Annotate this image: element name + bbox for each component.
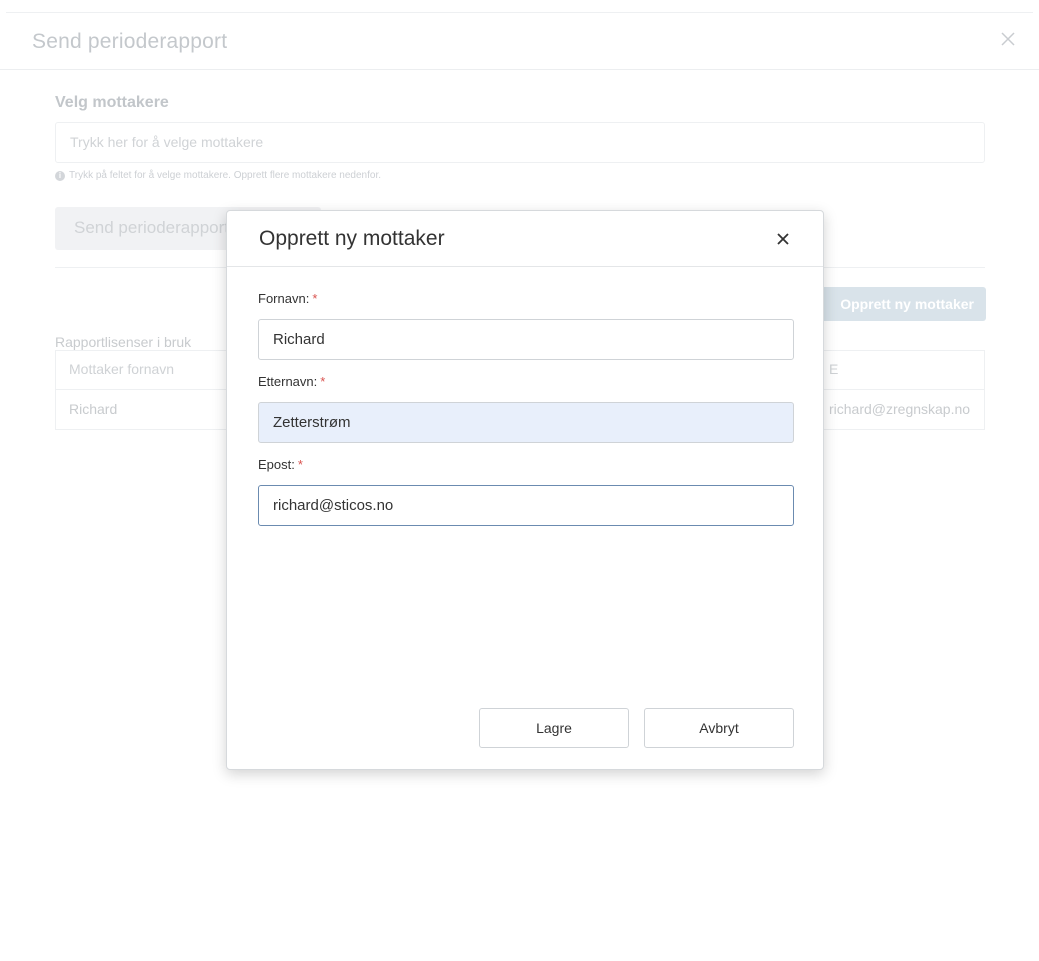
recipients-placeholder: Trykk her for å velge mottakere [70, 134, 264, 150]
email-input[interactable] [258, 485, 794, 526]
table-header-firstname: Mottaker fornavn [69, 361, 175, 377]
help-text: i Trykk på feltet for å velge mottakere.… [55, 170, 381, 181]
help-text-label: Trykk på feltet for å velge mottakere. O… [69, 170, 382, 181]
modal-header: Opprett ny mottaker [227, 211, 823, 267]
select-recipients-heading: Velg mottakere [55, 94, 169, 111]
lastname-input[interactable] [258, 402, 794, 443]
send-report-label: Send perioderapport [74, 218, 230, 237]
licenses-label: Rapportlisenser i bruk [55, 334, 192, 350]
background-dialog-header: Send perioderapport [0, 14, 1039, 70]
modal-title: Opprett ny mottaker [259, 227, 445, 250]
recipients-input[interactable]: Trykk her for å velge mottakere [55, 122, 985, 163]
info-icon: i [55, 170, 65, 181]
email-label-text: Epost: [258, 457, 295, 472]
email-label: Epost: * [258, 457, 303, 472]
firstname-label-text: Fornavn: [258, 291, 310, 306]
required-marker: * [297, 457, 303, 472]
close-icon[interactable] [775, 231, 791, 247]
background-dialog-title: Send perioderapport [32, 30, 228, 53]
required-marker: * [312, 291, 318, 306]
required-marker: * [320, 374, 326, 389]
table-header-email: E [829, 361, 839, 377]
table-cell-email: richard@zregnskap.no [829, 401, 971, 417]
firstname-input[interactable] [258, 319, 794, 360]
cancel-button[interactable]: Avbryt [644, 708, 794, 748]
table-cell-firstname: Richard [69, 401, 118, 417]
create-recipient-modal: Opprett ny mottaker Fornavn:* Etternavn:… [226, 210, 824, 770]
save-button[interactable]: Lagre [479, 708, 629, 748]
top-divider [6, 12, 1033, 13]
lastname-label-text: Etternavn: [258, 374, 318, 389]
firstname-label: Fornavn: * [258, 291, 317, 306]
lastname-label: Etternavn: * [258, 374, 325, 389]
close-icon[interactable] [999, 30, 1017, 48]
